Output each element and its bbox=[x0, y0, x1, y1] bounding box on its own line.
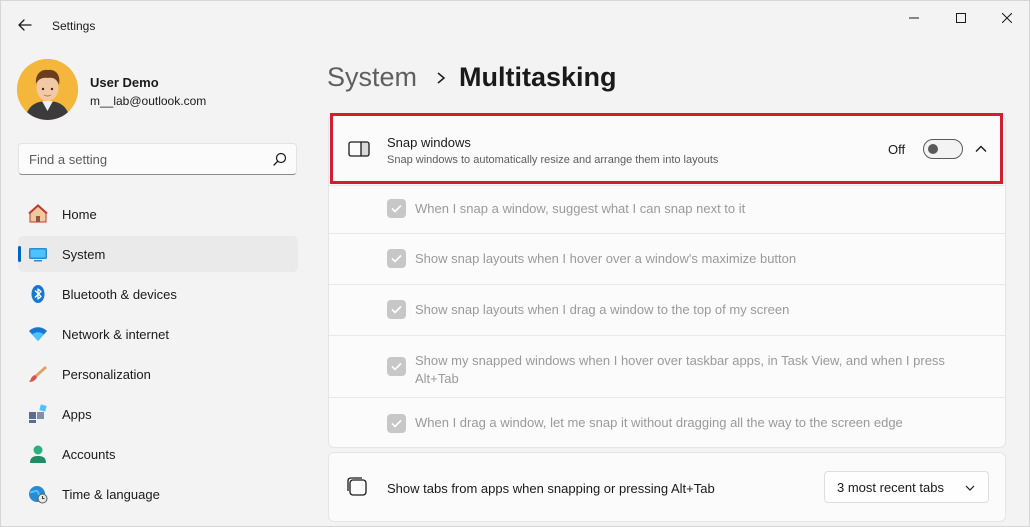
maximize-icon bbox=[956, 13, 966, 23]
window-tabs-icon bbox=[347, 477, 367, 496]
user-name: User Demo bbox=[90, 75, 159, 90]
breadcrumb-parent[interactable]: System bbox=[327, 62, 417, 93]
snap-tabs-card: Show tabs from apps when snapping or pre… bbox=[328, 452, 1006, 522]
snap-option-label: Show snap layouts when I hover over a wi… bbox=[415, 251, 797, 266]
checkmark-icon bbox=[391, 254, 402, 263]
snap-windows-header[interactable]: Snap windows Snap windows to automatical… bbox=[330, 113, 1003, 184]
snap-layout-icon bbox=[348, 141, 370, 157]
sidebar-item-accounts[interactable]: Accounts bbox=[18, 436, 298, 472]
sidebar-item-label: Time & language bbox=[62, 487, 160, 502]
search-placeholder: Find a setting bbox=[29, 152, 108, 167]
chevron-down-icon bbox=[965, 485, 975, 491]
sidebar-item-label: System bbox=[62, 247, 106, 262]
page-title: Multitasking bbox=[459, 62, 617, 92]
snap-tabs-label: Show tabs from apps when snapping or pre… bbox=[387, 481, 715, 496]
sidebar-item-bluetooth[interactable]: Bluetooth & devices bbox=[18, 276, 298, 312]
snap-windows-title: Snap windows bbox=[387, 135, 471, 150]
sidebar-item-label: Home bbox=[62, 207, 97, 222]
minimize-icon bbox=[909, 17, 919, 19]
brush-icon bbox=[29, 366, 47, 382]
accounts-icon bbox=[30, 445, 46, 463]
sidebar-nav: Home System Bluetooth & devices Network … bbox=[18, 196, 298, 516]
sidebar-item-network[interactable]: Network & internet bbox=[18, 316, 298, 352]
chevron-right-icon bbox=[437, 72, 446, 84]
sidebar-item-label: Accounts bbox=[62, 447, 116, 462]
avatar bbox=[17, 59, 78, 120]
bluetooth-icon bbox=[31, 285, 45, 303]
snap-option-row: Show my snapped windows when I hover ove… bbox=[329, 335, 1005, 397]
home-icon bbox=[28, 204, 48, 223]
sidebar-item-label: Network & internet bbox=[62, 327, 169, 342]
search-icon bbox=[273, 152, 287, 166]
sidebar-item-label: Apps bbox=[62, 407, 92, 422]
checkmark-icon bbox=[391, 419, 402, 428]
sidebar-item-home[interactable]: Home bbox=[18, 196, 298, 232]
snap-option-row: When I drag a window, let me snap it wit… bbox=[329, 397, 1005, 447]
snap-windows-description: Snap windows to automatically resize and… bbox=[387, 154, 719, 166]
system-icon bbox=[29, 248, 47, 262]
snap-option-label: Show my snapped windows when I hover ove… bbox=[415, 353, 945, 386]
user-email: m__lab@outlook.com bbox=[90, 94, 207, 108]
checkmark-icon bbox=[391, 204, 402, 213]
search-input[interactable]: Find a setting bbox=[18, 143, 297, 175]
sidebar-item-system[interactable]: System bbox=[18, 236, 298, 272]
back-arrow-icon bbox=[18, 19, 32, 31]
close-button[interactable] bbox=[984, 1, 1029, 35]
snap-option-checkbox[interactable] bbox=[387, 199, 406, 218]
apps-icon bbox=[29, 404, 47, 423]
checkmark-icon bbox=[391, 305, 402, 314]
sidebar-item-time-language[interactable]: Time & language bbox=[18, 476, 298, 512]
snap-windows-toggle[interactable] bbox=[923, 139, 963, 159]
close-icon bbox=[1002, 13, 1012, 23]
globe-clock-icon bbox=[29, 486, 48, 504]
toggle-knob bbox=[928, 144, 938, 154]
snap-option-checkbox[interactable] bbox=[387, 300, 406, 319]
snap-option-row: Show snap layouts when I hover over a wi… bbox=[329, 233, 1005, 284]
sidebar-item-label: Personalization bbox=[62, 367, 151, 382]
snap-option-row: When I snap a window, suggest what I can… bbox=[329, 185, 1005, 233]
sidebar-item-label: Bluetooth & devices bbox=[62, 287, 177, 302]
title-bar: Settings bbox=[1, 1, 1029, 49]
snap-option-label: When I snap a window, suggest what I can… bbox=[415, 201, 746, 216]
wifi-icon bbox=[29, 327, 47, 341]
snap-option-checkbox[interactable] bbox=[387, 414, 406, 433]
snap-option-row: Show snap layouts when I drag a window t… bbox=[329, 284, 1005, 335]
snap-option-checkbox[interactable] bbox=[387, 249, 406, 268]
settings-window: Settings User Demo m__lab@outlook.com Fi… bbox=[0, 0, 1030, 527]
sidebar-item-personalization[interactable]: Personalization bbox=[18, 356, 298, 392]
chevron-up-icon[interactable] bbox=[974, 142, 988, 156]
minimize-button[interactable] bbox=[891, 1, 937, 35]
snap-option-label: Show snap layouts when I drag a window t… bbox=[415, 302, 790, 317]
app-title: Settings bbox=[52, 19, 96, 33]
snap-tabs-dropdown[interactable]: 3 most recent tabs bbox=[824, 471, 989, 503]
toggle-state-label: Off bbox=[888, 142, 906, 157]
snap-option-checkbox[interactable] bbox=[387, 357, 406, 376]
sidebar-item-apps[interactable]: Apps bbox=[18, 396, 298, 432]
checkmark-icon bbox=[391, 362, 402, 371]
user-avatar-icon bbox=[17, 59, 78, 120]
snap-option-label: When I drag a window, let me snap it wit… bbox=[415, 415, 903, 430]
dropdown-selected-value: 3 most recent tabs bbox=[837, 480, 944, 495]
back-button[interactable] bbox=[11, 11, 39, 39]
maximize-button[interactable] bbox=[938, 1, 984, 35]
